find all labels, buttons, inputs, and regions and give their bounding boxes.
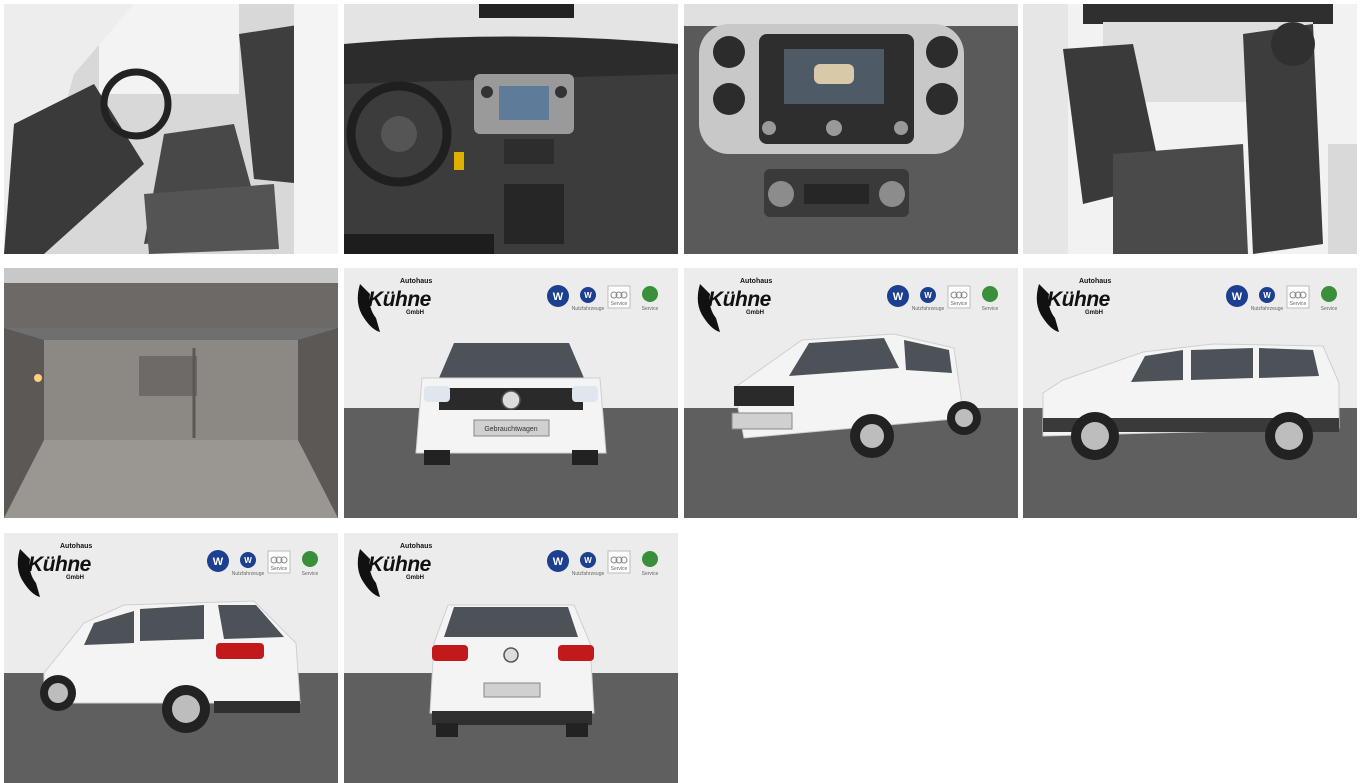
dealer-name: Kühne xyxy=(28,553,91,576)
skoda-caption: Service xyxy=(302,571,319,577)
skoda-caption: Service xyxy=(642,571,659,577)
svg-text:W: W xyxy=(924,291,932,300)
dealer-logo: Autohaus Kühne GmbH xyxy=(690,274,773,336)
photo-rear-left-view[interactable]: Autohaus Kühne GmbH W W Nutzfahrzeuge Se… xyxy=(4,533,338,783)
vw-nutz-caption: Nutzfahrzeuge xyxy=(572,306,605,312)
dashboard-image xyxy=(344,4,678,254)
dealer-logo: Autohaus Kühne GmbH xyxy=(1029,274,1112,336)
skoda-caption: Service xyxy=(982,306,999,312)
svg-text:W: W xyxy=(893,291,904,303)
vw-nutz-caption: Nutzfahrzeuge xyxy=(912,306,945,312)
photo-front-seats[interactable] xyxy=(4,4,338,254)
svg-text:W: W xyxy=(584,291,592,300)
svg-text:W: W xyxy=(1263,291,1271,300)
brand-logos: W W Nutzfahrzeuge Service Service xyxy=(886,284,1004,314)
photo-trunk[interactable] xyxy=(4,268,338,518)
audi-caption: Service xyxy=(951,301,968,307)
dealer-prefix: Autohaus xyxy=(400,543,433,550)
dealer-prefix: Autohaus xyxy=(400,278,433,285)
plate-text: Gebrauchtwagen xyxy=(484,426,537,433)
photo-rear-view[interactable]: Autohaus Kühne GmbH W W Nutzfahrzeuge Se… xyxy=(344,533,678,783)
dealer-logo: Autohaus Kühne GmbH xyxy=(350,539,433,601)
svg-text:W: W xyxy=(553,291,564,303)
photo-dashboard[interactable] xyxy=(344,4,678,254)
photo-rear-seats[interactable] xyxy=(1023,4,1357,254)
dealer-name: Kühne xyxy=(368,288,431,311)
dealer-name: Kühne xyxy=(1047,288,1110,311)
audi-caption: Service xyxy=(611,301,628,307)
skoda-logo-icon xyxy=(1321,286,1337,302)
dealer-suffix: GmbH xyxy=(406,310,424,316)
dealer-suffix: GmbH xyxy=(66,575,84,581)
dealer-suffix: GmbH xyxy=(1085,310,1103,316)
rear-seats-image xyxy=(1023,4,1357,254)
trunk-image xyxy=(4,268,338,518)
dealer-name: Kühne xyxy=(708,288,771,311)
brand-logos: W W Nutzfahrzeuge Service Service xyxy=(546,284,664,314)
dealer-name: Kühne xyxy=(368,553,431,576)
skoda-logo-icon xyxy=(302,551,318,567)
dealer-prefix: Autohaus xyxy=(740,278,773,285)
vw-nutz-caption: Nutzfahrzeuge xyxy=(572,571,605,577)
dealer-prefix: Autohaus xyxy=(60,543,93,550)
audi-caption: Service xyxy=(1290,301,1307,307)
brand-logos: W W Nutzfahrzeuge Service Service xyxy=(1225,284,1343,314)
svg-text:W: W xyxy=(584,556,592,565)
skoda-logo-icon xyxy=(642,551,658,567)
dealer-prefix: Autohaus xyxy=(1079,278,1112,285)
photo-front-left-view[interactable]: Autohaus Kühne GmbH W W Nutzfahrzeuge Se… xyxy=(684,268,1018,518)
audi-caption: Service xyxy=(271,566,288,572)
svg-text:W: W xyxy=(1232,291,1243,303)
skoda-caption: Service xyxy=(642,306,659,312)
audi-caption: Service xyxy=(611,566,628,572)
dealer-logo: Autohaus Kühne GmbH xyxy=(10,539,93,601)
skoda-logo-icon xyxy=(642,286,658,302)
brand-logos: W W Nutzfahrzeuge Service Service xyxy=(546,549,664,579)
front-seats-image xyxy=(4,4,338,254)
dealer-logo: Autohaus Kühne GmbH xyxy=(350,274,433,336)
vw-nutz-caption: Nutzfahrzeuge xyxy=(1251,306,1284,312)
photo-center-console[interactable] xyxy=(684,4,1018,254)
svg-text:W: W xyxy=(213,556,224,568)
skoda-logo-icon xyxy=(982,286,998,302)
skoda-caption: Service xyxy=(1321,306,1338,312)
svg-text:W: W xyxy=(553,556,564,568)
dealer-suffix: GmbH xyxy=(406,575,424,581)
center-console-image xyxy=(684,4,1018,254)
dealer-suffix: GmbH xyxy=(746,310,764,316)
photo-side-view[interactable]: Autohaus Kühne GmbH W W Nutzfahrzeuge Se… xyxy=(1023,268,1357,518)
vw-nutz-caption: Nutzfahrzeuge xyxy=(232,571,265,577)
photo-front-view[interactable]: Gebrauchtwagen Autohaus Kühne GmbH W W N… xyxy=(344,268,678,518)
brand-logos: W W Nutzfahrzeuge Service Service xyxy=(206,549,324,579)
photo-gallery: Gebrauchtwagen Autohaus Kühne GmbH W W N… xyxy=(4,4,1361,783)
svg-text:W: W xyxy=(244,556,252,565)
